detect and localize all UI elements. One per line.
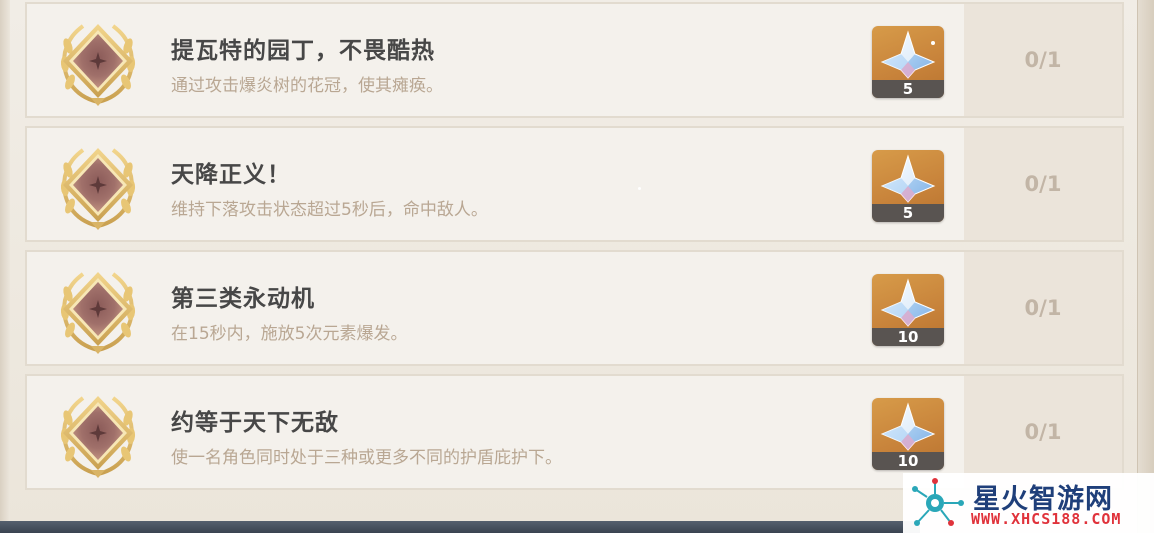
achievement-progress: 0/1	[1024, 420, 1062, 444]
reward-item[interactable]: 5	[872, 150, 944, 222]
bottom-bar	[0, 521, 920, 533]
achievement-description: 通过攻击爆炎树的花冠，使其瘫痪。	[171, 76, 443, 96]
panel-left-border	[0, 0, 10, 533]
achievement-row[interactable]: 天降正义！ 维持下落攻击状态超过5秒后，命中敌人。 5 0/1	[25, 126, 1124, 242]
achievement-title: 提瓦特的园丁，不畏酷热	[171, 38, 435, 64]
achievement-row[interactable]: 提瓦特的园丁，不畏酷热 通过攻击爆炎树的花冠，使其瘫痪。 5 0/1	[25, 2, 1124, 118]
achievement-title: 天降正义！	[171, 162, 291, 188]
achievement-panel: 提瓦特的园丁，不畏酷热 通过攻击爆炎树的花冠，使其瘫痪。 5 0/1 天降正义！…	[0, 0, 1154, 533]
reward-item[interactable]: 10	[872, 398, 944, 470]
reward-count: 5	[872, 204, 944, 222]
achievement-title: 第三类永动机	[171, 286, 315, 312]
achievement-medal-icon	[58, 146, 138, 232]
reward-count: 10	[872, 328, 944, 346]
achievement-description: 在15秒内，施放5次元素爆发。	[171, 324, 408, 344]
watermark-url: WWW.XHCS188.COM	[971, 510, 1122, 528]
achievement-medal-icon	[58, 394, 138, 480]
achievement-description: 维持下落攻击状态超过5秒后，命中敌人。	[171, 200, 488, 220]
reward-count: 5	[872, 80, 944, 98]
reward-count: 10	[872, 452, 944, 470]
achievement-title: 约等于天下无敌	[171, 410, 339, 436]
achievement-description: 使一名角色同时处于三种或更多不同的护盾庇护下。	[171, 448, 562, 468]
achievement-progress: 0/1	[1024, 296, 1062, 320]
achievement-progress: 0/1	[1024, 172, 1062, 196]
reward-item[interactable]: 10	[872, 274, 944, 346]
watermark-logo-icon	[912, 478, 964, 526]
achievement-progress: 0/1	[1024, 48, 1062, 72]
scrollbar-track[interactable]	[1137, 0, 1154, 533]
sparkle-decoration	[638, 187, 641, 190]
achievement-medal-icon	[58, 22, 138, 108]
achievement-medal-icon	[58, 270, 138, 356]
achievement-row[interactable]: 第三类永动机 在15秒内，施放5次元素爆发。 10 0/1	[25, 250, 1124, 366]
reward-item[interactable]: 5	[872, 26, 944, 98]
sparkle-decoration	[931, 41, 935, 45]
watermark: 星火智游网 WWW.XHCS188.COM	[903, 473, 1154, 533]
